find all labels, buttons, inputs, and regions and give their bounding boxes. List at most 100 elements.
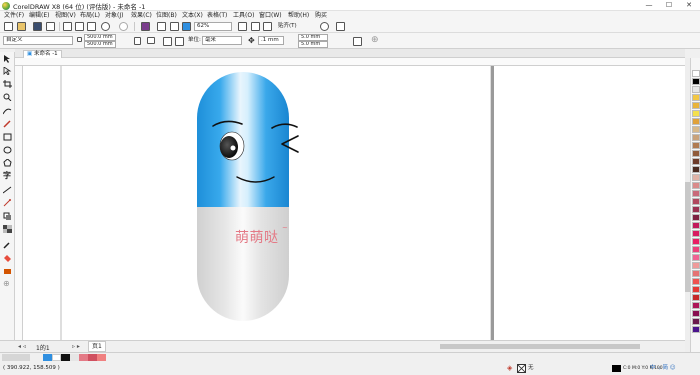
save-icon[interactable] xyxy=(33,22,42,31)
menu-table[interactable]: 表格(T) xyxy=(207,11,227,20)
palette-swatch[interactable] xyxy=(692,134,700,141)
pick-tool-icon[interactable] xyxy=(3,55,12,63)
palette-swatch[interactable] xyxy=(692,246,700,253)
palette-swatch[interactable] xyxy=(692,158,700,165)
open-folder-icon[interactable] xyxy=(17,22,26,31)
palette-swatch[interactable] xyxy=(692,238,700,245)
add-tool-icon[interactable]: ⊕ xyxy=(3,280,12,288)
artistic-media-icon[interactable] xyxy=(3,120,12,128)
palette-swatch[interactable] xyxy=(692,230,700,237)
minimize-button[interactable]: — xyxy=(640,0,658,11)
palette-swatch[interactable] xyxy=(692,198,700,205)
palette-swatch[interactable] xyxy=(692,190,700,197)
palette-swatch[interactable] xyxy=(692,102,700,109)
palette-swatch[interactable] xyxy=(692,174,700,181)
application-launcher-icon[interactable] xyxy=(336,22,345,31)
doc-swatch[interactable] xyxy=(70,354,79,361)
palette-swatch[interactable] xyxy=(692,222,700,229)
snap-to-dropdown[interactable]: 贴齐(T) xyxy=(278,22,297,31)
menu-view[interactable]: 视图(V) xyxy=(55,11,76,20)
doc-swatch[interactable] xyxy=(97,354,106,361)
show-rulers-icon[interactable] xyxy=(251,22,260,31)
palette-swatch[interactable] xyxy=(692,70,700,77)
smart-fill-icon[interactable] xyxy=(3,267,12,275)
paste-icon[interactable] xyxy=(87,22,96,31)
no-fill-icon[interactable] xyxy=(517,364,526,373)
tab-document[interactable]: ▣ 未命名 -1 xyxy=(23,50,62,58)
undo-icon[interactable] xyxy=(101,22,110,31)
palette-swatch[interactable] xyxy=(692,166,700,173)
palette-swatch[interactable] xyxy=(692,294,700,301)
transparency-icon[interactable] xyxy=(3,225,12,233)
palette-swatch[interactable] xyxy=(692,206,700,213)
palette-swatch[interactable] xyxy=(692,262,700,269)
menu-help[interactable]: 帮助(H) xyxy=(288,11,309,20)
palette-swatch[interactable] xyxy=(692,142,700,149)
add-page-icon[interactable]: ⊕ xyxy=(371,36,379,45)
page-next-arrows-icon[interactable]: ▹ ▸ xyxy=(72,343,80,350)
page-size-select[interactable]: 自定义 xyxy=(3,36,73,45)
horizontal-ruler[interactable] xyxy=(15,58,685,66)
doc-swatch[interactable] xyxy=(43,354,52,361)
palette-swatch[interactable] xyxy=(692,94,700,101)
show-grid-icon[interactable] xyxy=(263,22,272,31)
palette-swatch[interactable] xyxy=(692,278,700,285)
palette-swatch[interactable] xyxy=(692,86,700,93)
cut-icon[interactable] xyxy=(63,22,72,31)
palette-swatch[interactable] xyxy=(692,286,700,293)
page-nav-arrows-icon[interactable]: ◂ ◃ xyxy=(18,343,26,350)
palette-swatch[interactable] xyxy=(692,318,700,325)
pill-text[interactable]: 萌萌哒 xyxy=(235,227,279,247)
full-screen-icon[interactable] xyxy=(238,22,247,31)
eyedropper-icon[interactable] xyxy=(3,241,12,249)
palette-swatch[interactable] xyxy=(692,110,700,117)
palette-swatch[interactable] xyxy=(692,326,700,333)
portrait-icon[interactable] xyxy=(134,37,141,45)
pill-bottom-half[interactable] xyxy=(197,207,289,321)
doc-swatch[interactable] xyxy=(79,354,88,361)
doc-swatch[interactable] xyxy=(52,354,61,361)
copy-icon[interactable] xyxy=(75,22,84,31)
menu-object[interactable]: 对象(J) xyxy=(105,11,123,20)
palette-swatch[interactable] xyxy=(692,302,700,309)
crop-tool-icon[interactable] xyxy=(3,80,12,88)
menu-tools[interactable]: 工具(O) xyxy=(233,11,254,20)
corel-connect-icon[interactable] xyxy=(141,22,150,31)
horizontal-scroll-thumb[interactable] xyxy=(440,344,640,349)
import-icon[interactable] xyxy=(157,22,166,31)
export-icon[interactable] xyxy=(170,22,179,31)
duplicate-y-input[interactable]: 5.0 mm xyxy=(298,41,328,48)
palette-swatch[interactable] xyxy=(692,78,700,85)
duplicate-x-input[interactable]: 5.0 mm xyxy=(298,34,328,41)
menu-layout[interactable]: 布局(L) xyxy=(80,11,100,20)
palette-swatch[interactable] xyxy=(692,150,700,157)
palette-swatch[interactable] xyxy=(692,182,700,189)
zoom-level-select[interactable]: 62% xyxy=(194,22,232,31)
parallel-dimension-icon[interactable] xyxy=(2,186,12,194)
connector-icon[interactable] xyxy=(3,199,12,207)
options-gear-icon[interactable] xyxy=(320,22,329,31)
menu-window[interactable]: 窗口(W) xyxy=(259,11,282,20)
interactive-fill-icon[interactable] xyxy=(3,254,12,262)
doc-swatch[interactable] xyxy=(61,354,70,361)
page-width-input[interactable]: 500.0 mm xyxy=(84,34,116,41)
drawing-canvas[interactable]: 萌萌哒 ~ xyxy=(23,66,685,340)
rectangle-tool-icon[interactable] xyxy=(3,133,12,141)
doc-swatch[interactable] xyxy=(88,354,97,361)
menu-file[interactable]: 文件(F) xyxy=(4,11,24,20)
all-pages-icon[interactable] xyxy=(163,37,172,46)
text-tool-icon[interactable]: 字 xyxy=(3,172,12,180)
palette-swatch[interactable] xyxy=(692,214,700,221)
menu-text[interactable]: 文本(X) xyxy=(182,11,203,20)
landscape-icon[interactable] xyxy=(147,37,155,44)
new-document-icon[interactable] xyxy=(4,22,13,31)
treat-as-filled-icon[interactable] xyxy=(353,37,362,46)
palette-swatch[interactable] xyxy=(692,310,700,317)
palette-swatch[interactable] xyxy=(692,270,700,277)
palette-swatch[interactable] xyxy=(692,118,700,125)
pill-top-half[interactable] xyxy=(197,72,289,207)
print-icon[interactable] xyxy=(46,22,55,31)
tab-page-1[interactable]: 页1 xyxy=(88,341,106,352)
zoom-tool-icon[interactable] xyxy=(3,93,12,102)
publish-pdf-icon[interactable] xyxy=(182,22,191,31)
